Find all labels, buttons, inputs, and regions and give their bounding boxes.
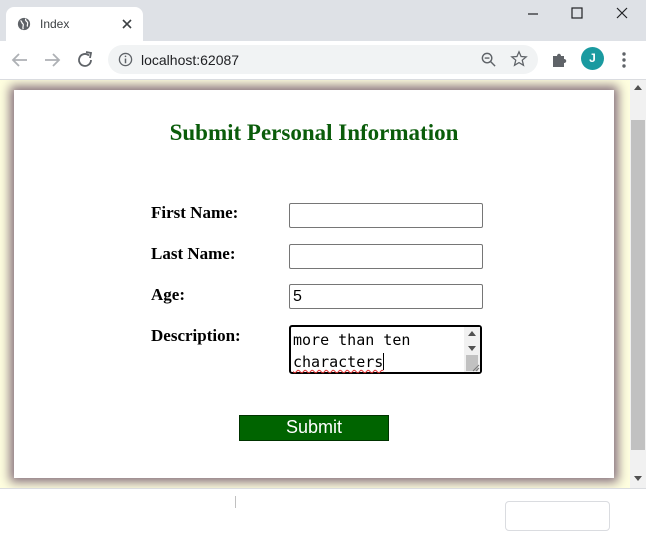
menu-dots-icon[interactable] bbox=[618, 51, 630, 69]
description-line-1: more than ten bbox=[293, 331, 411, 349]
minimize-icon[interactable] bbox=[518, 2, 548, 24]
page-viewport: Submit Personal Information First Name: … bbox=[0, 80, 630, 488]
close-icon[interactable] bbox=[607, 2, 637, 24]
maximize-icon[interactable] bbox=[562, 2, 592, 24]
bookmark-star-icon[interactable] bbox=[510, 50, 528, 68]
bottom-divider bbox=[235, 496, 236, 508]
bottom-panel-box[interactable] bbox=[505, 501, 610, 531]
scroll-down-arrow-icon[interactable] bbox=[468, 346, 476, 351]
browser-toolbar: localhost:62087 bbox=[0, 41, 646, 79]
extensions-puzzle-icon[interactable] bbox=[550, 51, 568, 69]
bottom-panel bbox=[0, 488, 646, 535]
page-scroll-up-icon[interactable] bbox=[634, 85, 642, 90]
page-scroll-thumb[interactable] bbox=[631, 120, 645, 450]
description-line-2: characters bbox=[293, 353, 384, 371]
browser-tab[interactable]: Index bbox=[6, 7, 143, 41]
reload-icon[interactable] bbox=[74, 49, 96, 71]
submit-button[interactable]: Submit bbox=[239, 415, 389, 441]
first-name-label: First Name: bbox=[151, 203, 239, 222]
page-scrollbar[interactable] bbox=[630, 80, 646, 488]
forward-icon[interactable] bbox=[41, 49, 63, 71]
close-tab-icon[interactable] bbox=[119, 16, 135, 32]
page-scroll-down-icon[interactable] bbox=[634, 476, 642, 481]
last-name-input[interactable] bbox=[289, 244, 483, 269]
info-icon[interactable] bbox=[118, 52, 133, 67]
text-caret bbox=[383, 353, 385, 370]
age-label: Age: bbox=[151, 285, 185, 304]
tab-title: Index bbox=[40, 17, 70, 31]
zoom-out-icon[interactable] bbox=[480, 51, 497, 68]
browser-titlebar: Index bbox=[0, 0, 646, 41]
url-text[interactable]: localhost:62087 bbox=[141, 52, 239, 68]
page-title: Submit Personal Information bbox=[169, 120, 459, 145]
age-input[interactable] bbox=[289, 284, 483, 309]
back-icon[interactable] bbox=[9, 49, 31, 71]
form-card: Submit Personal Information First Name: … bbox=[14, 90, 614, 478]
globe-icon bbox=[17, 17, 31, 31]
description-textarea[interactable]: more than ten characters bbox=[289, 325, 482, 374]
last-name-label: Last Name: bbox=[151, 244, 236, 263]
profile-avatar[interactable]: J bbox=[581, 47, 604, 70]
first-name-input[interactable] bbox=[289, 203, 483, 228]
scroll-up-arrow-icon[interactable] bbox=[468, 331, 476, 336]
address-bar[interactable]: localhost:62087 bbox=[108, 45, 538, 74]
description-label: Description: bbox=[151, 326, 241, 345]
description-text: more than ten characters bbox=[293, 329, 463, 373]
resize-grip-icon[interactable] bbox=[471, 363, 480, 372]
